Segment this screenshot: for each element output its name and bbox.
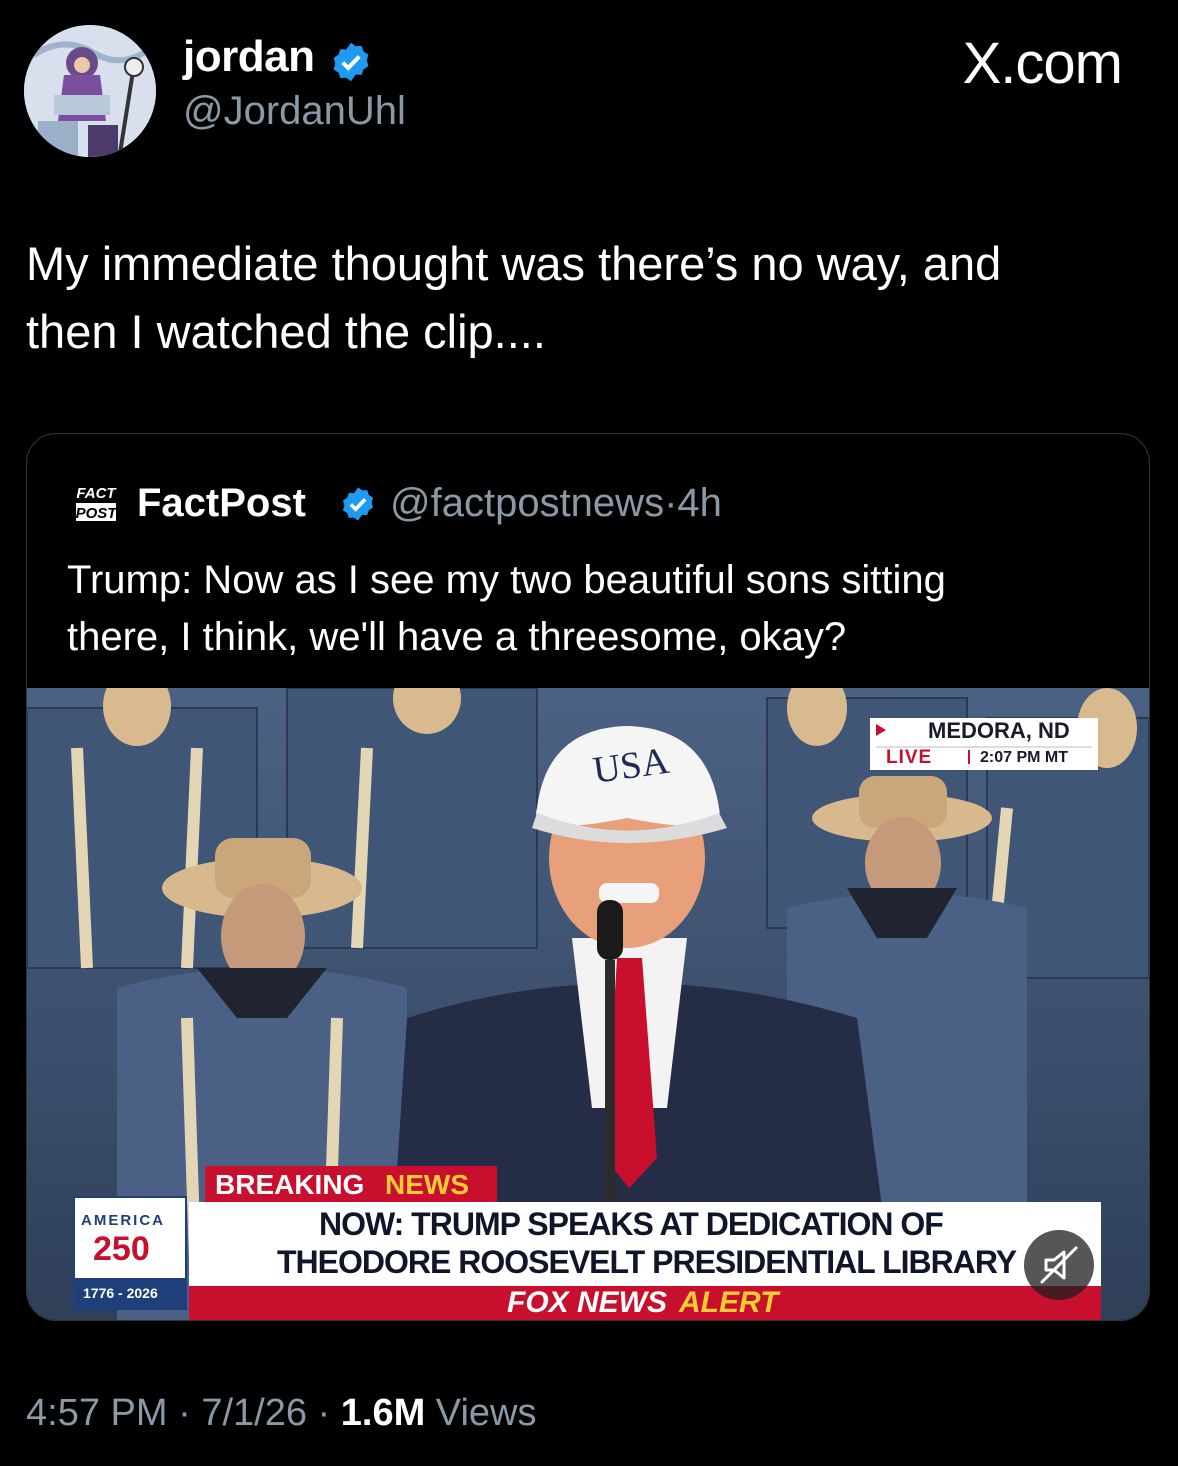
news-word: NEWS <box>385 1169 469 1200</box>
quote-author-handle[interactable]: @factpostnews <box>390 481 664 525</box>
author-handle[interactable]: @JordanUhl <box>183 89 406 134</box>
tweet-text-line: My immediate thought was there’s no way,… <box>26 237 1002 290</box>
tweet-text-line: then I watched the clip.... <box>26 305 546 358</box>
live-time: 2:07 PM MT <box>980 749 1069 766</box>
quote-author-name[interactable]: FactPost <box>137 481 306 526</box>
headline-line1: NOW: TRUMP SPEAKS AT DEDICATION OF <box>319 1206 944 1242</box>
alert-word: ALERT <box>679 1286 779 1319</box>
america-label: AMERICA <box>81 1212 165 1229</box>
verified-badge-icon <box>333 42 369 82</box>
footer-separator: · <box>178 1392 191 1434</box>
logo-text-bottom: POST <box>76 505 119 522</box>
verified-badge-icon <box>342 487 374 521</box>
avatar[interactable] <box>24 25 156 157</box>
quote-timestamp[interactable]: 4h <box>677 481 722 525</box>
quote-text: Trump: Now as I see my two beautiful son… <box>67 552 1127 666</box>
america-250-bug: AMERICA 250 1776 - 2026 <box>73 1196 187 1310</box>
fox-news-alert-bar: FOX NEWS ALERT <box>189 1286 1101 1320</box>
logo-text-top: FACT <box>76 485 117 502</box>
location-bug: MEDORA, ND LIVE 2:07 PM MT <box>870 718 1098 770</box>
america-years: 1776 - 2026 <box>83 1285 158 1301</box>
video-player[interactable]: USA MEDORA, ND LIVE 2:07 PM MT AMERICA 2… <box>27 688 1149 1320</box>
headline-box: NOW: TRUMP SPEAKS AT DEDICATION OF THEOD… <box>189 1202 1101 1286</box>
quote-meta: @factpostnews·4h <box>390 481 722 526</box>
post-date[interactable]: 7/1/26 <box>201 1392 307 1434</box>
mute-toggle-button[interactable] <box>1024 1230 1094 1300</box>
fox-news-word: FOX NEWS <box>507 1286 668 1319</box>
avatar-illustration <box>24 25 156 157</box>
quoted-tweet[interactable]: FACT POST FactPost @factpostnews·4h Trum… <box>26 433 1150 1321</box>
tweet-footer: 4:57 PM · 7/1/26 · 1.6M Views <box>26 1392 536 1435</box>
quote-text-line: there, I think, we'll have a threesome, … <box>67 615 847 659</box>
america-number: 250 <box>93 1230 150 1268</box>
breaking-word: BREAKING <box>215 1169 365 1200</box>
speaker-muted-icon <box>1040 1246 1078 1284</box>
post-time[interactable]: 4:57 PM <box>26 1392 168 1434</box>
quote-text-line: Trump: Now as I see my two beautiful son… <box>67 558 946 602</box>
live-label: LIVE <box>886 747 933 768</box>
watermark: X.com <box>962 31 1123 96</box>
meta-separator: · <box>664 481 678 525</box>
headline-line2: THEODORE ROOSEVELT PRESIDENTIAL LIBRARY <box>277 1244 1017 1280</box>
play-indicator-icon <box>876 724 886 736</box>
location-text: MEDORA, ND <box>928 718 1070 743</box>
views-count: 1.6M <box>340 1392 426 1434</box>
footer-separator: · <box>317 1392 331 1434</box>
author-name[interactable]: jordan <box>183 32 315 82</box>
factpost-logo: FACT POST <box>73 480 119 526</box>
views-label: Views <box>435 1392 537 1434</box>
tweet-text: My immediate thought was there’s no way,… <box>26 230 1146 366</box>
breaking-news-tab: BREAKING NEWS <box>205 1166 497 1202</box>
